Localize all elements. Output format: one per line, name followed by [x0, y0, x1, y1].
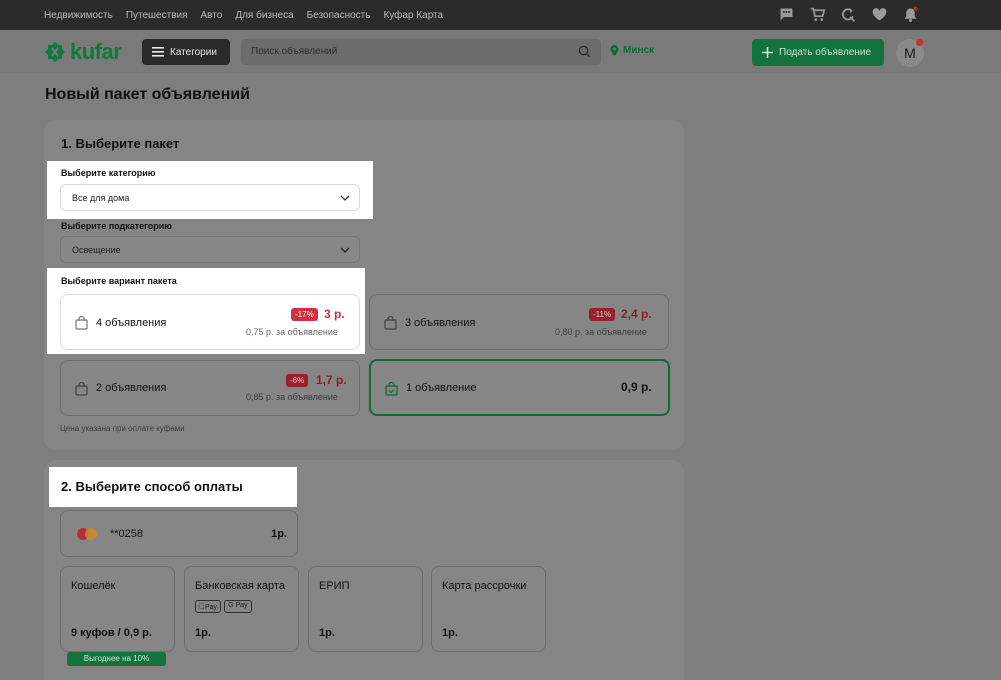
discount-badge: -11% — [589, 308, 616, 321]
subcategory-value: Освещение — [72, 244, 121, 255]
top-links: Недвижимость Путешествия Авто Для бизнес… — [44, 0, 456, 30]
package-option-2[interactable]: 2 объявления -6% 1,7 р. 0,85 р. за объяв… — [60, 360, 360, 416]
package-price: 0,9 р. — [621, 380, 652, 394]
package-option-3[interactable]: 3 объявления -11% 2,4 р. 0,80 р. за объя… — [369, 294, 669, 350]
package-price: 2,4 р. — [621, 307, 652, 321]
cart-icon[interactable] — [809, 6, 828, 25]
discount-badge: -6% — [286, 374, 309, 387]
discount-badge: -17% — [291, 308, 318, 321]
top-link-travel[interactable]: Путешествия — [126, 10, 188, 21]
package-option-4[interactable]: 4 объявления -17% 3 р. 0,75 р. за объявл… — [60, 294, 360, 350]
bag-icon — [385, 382, 398, 396]
categories-label: Категории — [170, 46, 217, 58]
menu-icon — [152, 47, 164, 57]
top-link-business[interactable]: Для бизнеса — [235, 10, 293, 21]
price-per-ad: 0,80 р. за объявление — [555, 327, 647, 337]
pay-method-wallet[interactable]: Кошелёк 9 куфов / 0,9 р. — [60, 566, 175, 652]
wallet-savings-badge: Выгоднее на 10% — [67, 652, 166, 666]
card-amount: 1р. — [271, 528, 287, 540]
step1-title: 1. Выберите пакет — [61, 136, 180, 151]
package-name: 4 объявления — [96, 317, 167, 329]
bag-icon — [384, 316, 397, 330]
chevron-down-icon — [340, 195, 350, 201]
pay-method-amount: 1р. — [195, 627, 211, 639]
saved-card-option[interactable]: **0258 1р. — [60, 510, 298, 557]
pay-method-title: Кошелёк — [71, 580, 116, 592]
pay-method-amount: 9 куфов / 0,9 р. — [71, 627, 152, 639]
google-pay-tag: G Pay — [224, 600, 252, 613]
bag-icon — [75, 382, 88, 396]
plus-icon — [762, 47, 773, 58]
package-name: 2 объявления — [96, 382, 167, 394]
heart-icon[interactable] — [871, 6, 890, 25]
card-mask: **0258 — [110, 528, 144, 540]
bag-icon — [75, 316, 88, 330]
kufar-logo[interactable]: kufar — [44, 39, 122, 65]
package-name: 1 объявление — [406, 382, 477, 394]
category-value: Все для дома — [72, 192, 130, 203]
top-link-security[interactable]: Безопасность — [307, 10, 371, 21]
package-price: 3 р. — [324, 307, 345, 321]
mastercard-icon — [77, 528, 97, 540]
apple-pay-tag: Pay — [195, 600, 222, 613]
package-option-1-selected[interactable]: 1 объявление 0,9 р. — [369, 359, 670, 416]
pay-method-amount: 1р. — [442, 627, 458, 639]
location-pin-icon — [610, 45, 619, 56]
search-input[interactable]: Поиск объявлений — [241, 39, 601, 65]
post-ad-label: Подать объявление — [779, 47, 872, 58]
post-ad-button[interactable]: Подать объявление — [752, 39, 884, 66]
categories-button[interactable]: Категории — [142, 39, 230, 65]
variant-label: Выберите вариант пакета — [61, 276, 177, 286]
pay-method-title: ЕРИП — [319, 580, 350, 592]
city-selector[interactable]: Минск — [610, 45, 654, 56]
price-per-ad: 0,75 р. за объявление — [246, 327, 338, 337]
chevron-down-icon — [340, 247, 350, 253]
top-link-kufar-map[interactable]: Куфар Карта — [383, 10, 443, 21]
pay-method-installment-card[interactable]: Карта рассрочки 1р. — [431, 566, 546, 652]
pay-method-title: Карта рассрочки — [442, 580, 527, 592]
logo-text: kufar — [70, 39, 122, 64]
price-note: Цена указана при оплате куфами — [60, 424, 185, 433]
top-link-auto[interactable]: Авто — [201, 10, 223, 21]
category-label: Выберите категорию — [61, 168, 156, 178]
pay-method-title: Банковская карта — [195, 580, 285, 592]
top-icons — [778, 6, 921, 25]
top-link-realty[interactable]: Недвижимость — [44, 10, 113, 21]
kufar-logo-icon — [45, 42, 65, 62]
category-select[interactable]: Все для дома — [60, 184, 360, 211]
chat-icon[interactable] — [778, 6, 797, 25]
search-icon[interactable] — [578, 45, 591, 58]
pay-method-amount: 1р. — [319, 627, 335, 639]
city-label: Минск — [623, 45, 655, 56]
pay-method-erip[interactable]: ЕРИП 1р. — [308, 566, 423, 652]
step2-title: 2. Выберите способ оплаты — [61, 479, 243, 494]
price-per-ad: 0,85 р. за объявление — [246, 392, 338, 402]
bell-icon[interactable] — [902, 6, 921, 25]
package-price: 1,7 р. — [316, 373, 347, 387]
page-title: Новый пакет объявлений — [45, 86, 250, 103]
top-navigation-bar: Недвижимость Путешествия Авто Для бизнес… — [0, 0, 1001, 30]
refresh-search-icon[interactable] — [840, 6, 859, 25]
site-header: kufar Категории Поиск объявлений Минск П… — [0, 30, 1001, 73]
subcategory-select[interactable]: Освещение — [60, 236, 360, 263]
search-placeholder: Поиск объявлений — [251, 46, 338, 57]
pay-method-bank-card[interactable]: Банковская карта Pay G Pay 1р. — [184, 566, 299, 652]
subcategory-label: Выберите подкатегорию — [61, 221, 172, 231]
notification-dot — [916, 39, 923, 46]
package-name: 3 объявления — [405, 317, 476, 329]
